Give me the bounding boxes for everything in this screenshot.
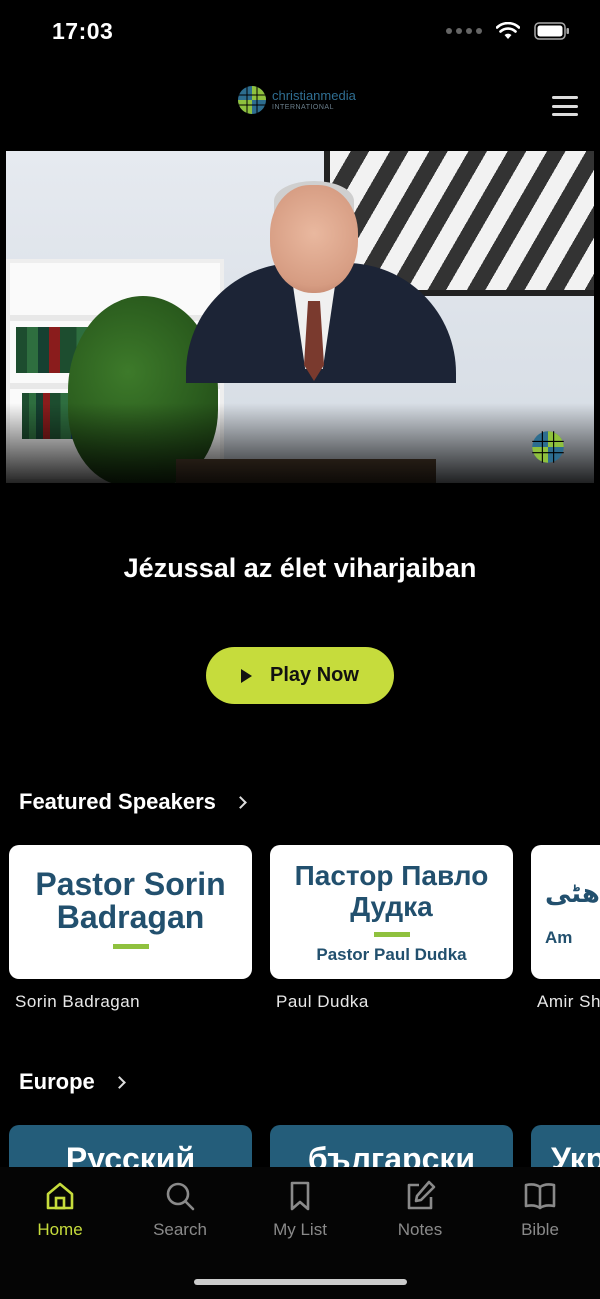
app-header: christianmedia INTERNATIONAL <box>0 64 600 144</box>
accent-bar <box>112 943 149 949</box>
hero-title: Jézussal az élet viharjaiban <box>123 553 477 583</box>
tab-notes[interactable]: Notes <box>360 1179 480 1240</box>
tab-label: Notes <box>397 1220 443 1239</box>
bookmark-icon <box>290 1181 310 1211</box>
tab-label: My List <box>273 1220 327 1239</box>
status-time: 17:03 <box>52 18 114 44</box>
chevron-right-icon <box>234 795 247 809</box>
logo-subtext: INTERNATIONAL <box>272 104 334 111</box>
logo-text: christianmedia <box>272 88 356 103</box>
speaker-thumbnail: ھٹی- Am <box>531 845 600 979</box>
tab-label: Home <box>37 1220 83 1239</box>
status-bar: 17:03 <box>0 0 600 64</box>
featured-speakers-header[interactable]: Featured Speakers <box>19 789 247 815</box>
speaker-card[interactable]: Пастор Павло Дудка Pastor Paul Dudka Pau… <box>270 845 513 1012</box>
speaker-thumbnail: Пастор Павло Дудка Pastor Paul Dudka <box>270 845 513 979</box>
edit-note-icon <box>407 1180 436 1210</box>
book-icon <box>524 1183 556 1210</box>
wifi-icon <box>496 22 520 39</box>
play-now-button[interactable]: Play Now <box>206 647 394 704</box>
play-now-label: Play Now <box>270 664 359 686</box>
speaker-name: Sorin Badragan <box>15 992 141 1011</box>
speaker-card[interactable]: ھٹی- Am Amir Sh <box>531 845 600 1012</box>
tab-label: Search <box>153 1220 207 1239</box>
home-icon <box>46 1182 74 1210</box>
section-title: Europe <box>19 1069 95 1094</box>
tab-label: Bible <box>521 1220 559 1239</box>
tab-home[interactable]: Home <box>0 1179 120 1240</box>
speaker-name: Paul Dudka <box>276 992 369 1011</box>
thumbnail-title: ھٹی- <box>545 877 600 908</box>
tab-my-list[interactable]: My List <box>240 1179 360 1240</box>
status-icons <box>446 22 570 40</box>
chevron-right-icon <box>112 1075 126 1089</box>
europe-header[interactable]: Europe <box>19 1069 126 1095</box>
search-icon <box>166 1182 195 1211</box>
tab-bible[interactable]: Bible <box>480 1179 600 1240</box>
tab-search[interactable]: Search <box>120 1179 240 1240</box>
accent-bar <box>373 931 410 937</box>
cellular-signal-icon <box>446 28 482 34</box>
battery-icon <box>534 22 569 40</box>
play-icon <box>241 668 253 683</box>
section-title: Featured Speakers <box>19 789 216 814</box>
brand-logo[interactable]: christianmedia INTERNATIONAL <box>236 84 356 116</box>
thumbnail-title: Пастор Павло Дудка <box>294 859 489 922</box>
thumbnail-subtitle: Am <box>545 927 573 947</box>
video-watermark-icon <box>532 431 564 463</box>
thumbnail-subtitle: Pastor Paul Dudka <box>316 944 467 964</box>
featured-speakers-row: Pastor Sorin Badragan Sorin Badragan Пас… <box>9 845 600 1012</box>
speaker-name: Amir Sh <box>537 992 600 1011</box>
thumbnail-title: Pastor Sorin Badragan <box>35 865 226 935</box>
hero-video-thumbnail[interactable] <box>6 151 594 483</box>
speaker-card[interactable]: Pastor Sorin Badragan Sorin Badragan <box>9 845 252 1012</box>
globe-logo-icon <box>238 86 266 114</box>
speaker-thumbnail: Pastor Sorin Badragan <box>9 845 252 979</box>
home-indicator <box>194 1279 407 1285</box>
menu-icon[interactable] <box>552 96 578 116</box>
